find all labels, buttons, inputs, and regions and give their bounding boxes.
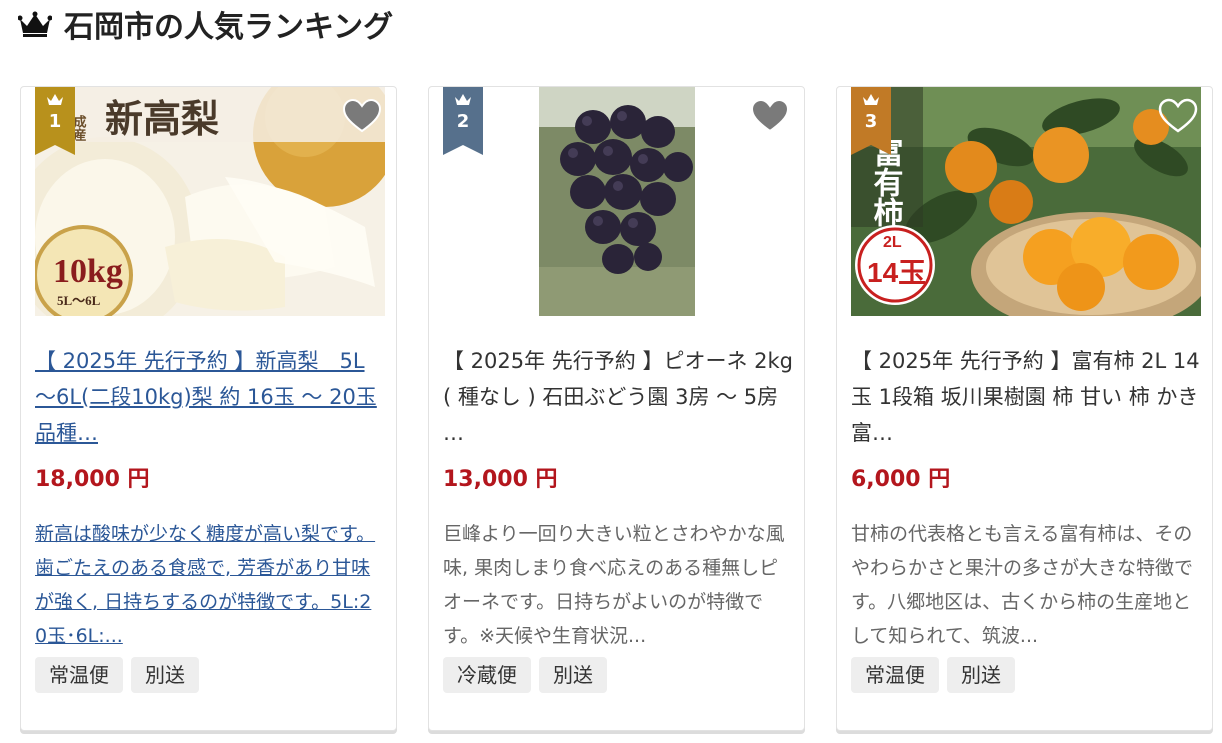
crown-icon (18, 11, 52, 37)
shipping-tags: 冷蔵便 別送 (443, 657, 607, 693)
image-badge-sub: 5L～6L (57, 293, 101, 308)
product-image-grape[interactable] (443, 87, 793, 316)
image-badge-main: 10kg (53, 253, 123, 290)
image-badge-sub: 2L (883, 234, 902, 251)
rank-crown-icon (863, 94, 879, 105)
rank-number: 1 (48, 111, 62, 132)
shipping-tags: 常温便 別送 (851, 657, 1015, 693)
shipping-tag: 別送 (539, 657, 607, 693)
section-title: 石岡市の人気ランキング (64, 10, 394, 45)
rank-crown-icon (455, 94, 471, 105)
rank-badge: 3 (851, 87, 891, 155)
product-card[interactable]: 新高梨 成産 10kg 5L～6L 1 【 2025年 先行予約 】新高梨 5L… (20, 86, 397, 731)
product-description: 巨峰より一回り大きい粒とさわやかな風味, 果肉しまり食べ応えのある種無しピオーネ… (443, 523, 785, 647)
product-price: 18,000 円 (35, 467, 150, 492)
rank-crown-icon (47, 94, 63, 105)
shipping-tag: 常温便 (35, 657, 123, 693)
shipping-tag: 冷蔵便 (443, 657, 531, 693)
image-badge-main: 14玉 (867, 257, 926, 288)
product-description-link[interactable]: 新高は酸味が少なく糖度が高い梨です。歯ごたえのある食感で, 芳香があり甘味が強く… (35, 517, 380, 653)
product-price: 6,000 円 (851, 467, 951, 492)
product-price: 13,000 円 (443, 467, 558, 492)
shipping-tag: 常温便 (851, 657, 939, 693)
rank-badge: 2 (443, 87, 483, 155)
rank-badge: 1 (35, 87, 75, 155)
rank-number: 2 (456, 111, 470, 132)
favorite-heart-icon[interactable] (342, 97, 382, 137)
rank-number: 3 (864, 111, 878, 132)
section-header: 石岡市の人気ランキング (18, 4, 394, 45)
shipping-tag: 別送 (131, 657, 199, 693)
product-image-nashi[interactable]: 新高梨 成産 10kg 5L～6L (35, 87, 385, 316)
favorite-heart-icon[interactable] (750, 97, 790, 137)
shipping-tag: 別送 (947, 657, 1015, 693)
product-title-link[interactable]: 【 2025年 先行予約 】ピオーネ 2kg ( 種なし ) 石田ぶどう園 3房… (443, 343, 793, 451)
product-title-link[interactable]: 【 2025年 先行予約 】新高梨 5L～6L(二段10kg)梨 約 16玉 ～… (35, 343, 385, 451)
image-variety-text: 新高梨 (105, 99, 219, 141)
favorite-heart-icon[interactable] (1158, 97, 1198, 137)
product-card[interactable]: 富有柿 2L 14玉 3 【 2025年 先行予約 】富有柿 2L 14玉 1段… (836, 86, 1213, 731)
product-title-link[interactable]: 【 2025年 先行予約 】富有柿 2L 14玉 1段箱 坂川果樹園 柿 甘い … (851, 343, 1201, 451)
product-description: 甘柿の代表格とも言える富有柿は、そのやわらかさと果汁の多さが大きな特徴です。八郷… (851, 523, 1194, 647)
product-card[interactable]: 2 【 2025年 先行予約 】ピオーネ 2kg ( 種なし ) 石田ぶどう園 … (428, 86, 805, 731)
shipping-tags: 常温便 別送 (35, 657, 199, 693)
product-image-kaki[interactable]: 富有柿 2L 14玉 (851, 87, 1201, 316)
